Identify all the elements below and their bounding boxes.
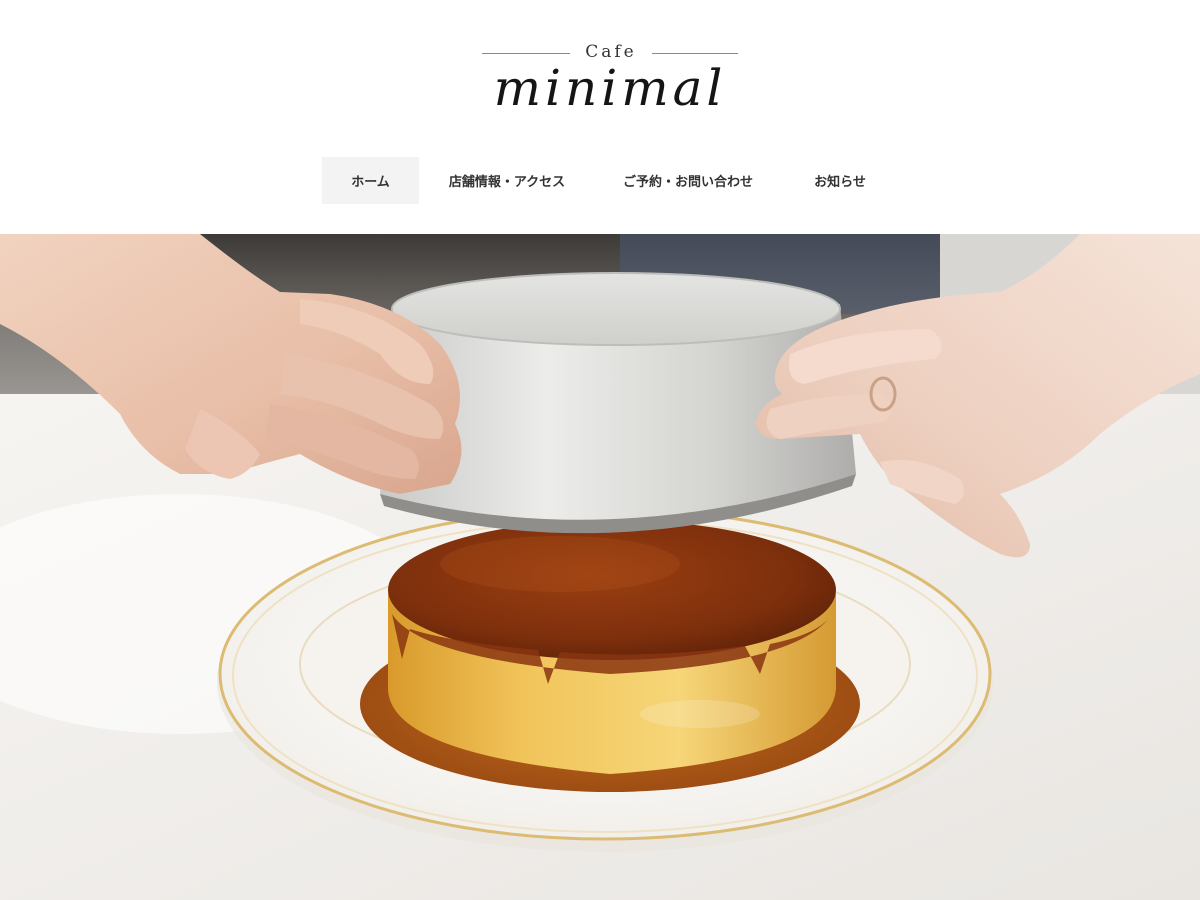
logo-script-text: minimal — [493, 59, 727, 117]
nav-item-reservation-contact[interactable]: ご予約・お問い合わせ — [595, 157, 781, 204]
nav-item-store-info-access[interactable]: 店舗情報・アクセス — [419, 157, 595, 204]
pudding-photo — [0, 234, 1200, 900]
global-nav: ホーム 店舗情報・アクセス ご予約・お問い合わせ お知らせ — [322, 157, 899, 204]
nav-item-news[interactable]: お知らせ — [781, 157, 899, 204]
hero-image — [0, 234, 1200, 900]
page: Cafe minimal ホーム 店舗情報・アクセス ご予約・お問い合わせ お知… — [0, 0, 1200, 900]
logo-rule-right — [652, 53, 738, 54]
logo-rule-left — [482, 53, 570, 54]
pudding — [388, 520, 836, 774]
site-header: Cafe minimal ホーム 店舗情報・アクセス ご予約・お問い合わせ お知… — [0, 0, 1200, 234]
site-logo[interactable]: Cafe minimal — [470, 40, 750, 124]
nav-item-home[interactable]: ホーム — [322, 157, 419, 204]
